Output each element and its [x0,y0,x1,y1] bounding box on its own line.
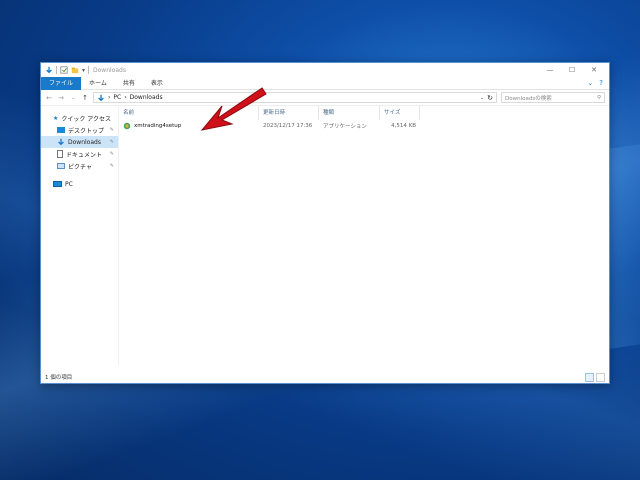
item-count: 1 個の項目 [45,375,73,381]
nav-item-label: PC [65,180,73,188]
explorer-window: ▾ Downloads — ☐ ✕ ファイル ホーム 共有 表示 ⌄ ? ← →… [40,62,610,384]
dropdown-icon[interactable]: ⌄ [480,95,484,101]
nav-item-label: Downloads [68,138,101,146]
nav-quick-access[interactable]: ★ クイック アクセス [41,112,118,124]
ribbon-tabs: ファイル ホーム 共有 表示 ⌄ ? [41,76,609,90]
details-view-icon[interactable] [585,372,594,382]
tab-share[interactable]: 共有 [115,77,143,90]
forward-icon[interactable]: → [57,94,65,102]
tab-home[interactable]: ホーム [81,77,115,90]
search-icon: ⚲ [596,94,601,101]
file-size: 4,514 KB [391,123,416,129]
nav-item-documents[interactable]: ドキュメント ✎ [41,148,118,160]
file-type: アプリケーション [323,124,367,130]
tab-file[interactable]: ファイル [41,76,82,90]
nav-item-label: ドキュメント [66,151,103,159]
address-row: ← → ⌄ ↑ › PC › Downloads ⌄ ↻ Downloadsの検… [41,90,609,106]
recent-locations-icon[interactable]: ⌄ [69,95,77,101]
back-icon[interactable]: ← [45,94,53,102]
customize-qa-icon[interactable]: ▾ [82,67,85,74]
help-icon[interactable]: ? [599,79,603,87]
search-input[interactable]: Downloadsの検索 ⚲ [501,92,605,103]
separator [56,66,57,74]
table-row[interactable]: xmtrading4setup 2023/12/17 17:36 アプリケーショ… [119,120,609,132]
chevron-down-icon[interactable]: ⌄ [587,79,593,87]
nav-item-pictures[interactable]: ピクチャ ✎ [41,160,118,172]
address-bar[interactable]: › PC › Downloads ⌄ ↻ [93,92,497,103]
separator [88,66,90,74]
desktop-icon [57,127,65,133]
window-title: Downloads [93,66,126,74]
computer-icon [53,181,62,187]
title-bar[interactable]: ▾ Downloads — ☐ ✕ [41,63,609,77]
maximize-icon[interactable]: ☐ [561,63,583,77]
nav-item-desktop[interactable]: デスクトップ ✎ [41,124,118,136]
close-icon[interactable]: ✕ [583,63,605,77]
installer-icon [123,122,131,130]
nav-item-label: ピクチャ [68,163,92,171]
navigation-pane: ★ クイック アクセス デスクトップ ✎ Downloads ✎ ドキュメント … [41,106,119,365]
downloads-folder-icon [98,94,104,101]
status-bar: 1 個の項目 [41,371,609,383]
nav-item-downloads[interactable]: Downloads ✎ [41,136,118,148]
properties-icon[interactable] [60,66,68,74]
red-arrow-annotation [200,87,267,131]
nav-item-pc[interactable]: PC [41,178,118,190]
nav-item-label: デスクトップ [68,127,105,135]
column-date[interactable]: 更新日時 [259,106,319,120]
file-date: 2023/12/17 17:36 [263,123,313,129]
breadcrumb-separator-icon: › [124,94,127,101]
nav-quick-access-label: クイック アクセス [61,115,111,123]
new-folder-icon[interactable] [71,66,79,74]
pin-icon[interactable]: ✎ [110,163,114,169]
minimize-icon[interactable]: — [539,63,561,77]
search-placeholder: Downloadsの検索 [505,95,552,102]
breadcrumb-separator-icon: › [108,94,111,101]
file-list: 名前 更新日時 種類 サイズ xmtrading4setup 2023/12/1… [119,106,609,365]
column-size[interactable]: サイズ [380,106,420,120]
download-icon [58,138,64,146]
pin-icon[interactable]: ✎ [110,139,114,145]
pin-icon[interactable]: ✎ [110,127,114,133]
column-type[interactable]: 種類 [319,106,380,120]
column-headers: 名前 更新日時 種類 サイズ [119,106,609,120]
quick-access-toolbar: ▾ [45,66,90,74]
picture-icon [57,163,65,169]
star-icon: ★ [53,114,59,122]
breadcrumb-downloads[interactable]: Downloads [130,94,163,101]
down-arrow-folder-icon [46,66,52,74]
large-icons-view-icon[interactable] [596,372,605,382]
file-name: xmtrading4setup [134,123,182,129]
tab-view[interactable]: 表示 [143,77,171,90]
breadcrumb-pc[interactable]: PC [113,94,121,101]
document-icon [57,150,63,158]
up-icon[interactable]: ↑ [81,94,89,102]
refresh-icon[interactable]: ↻ [487,94,493,102]
pin-icon[interactable]: ✎ [110,151,114,157]
